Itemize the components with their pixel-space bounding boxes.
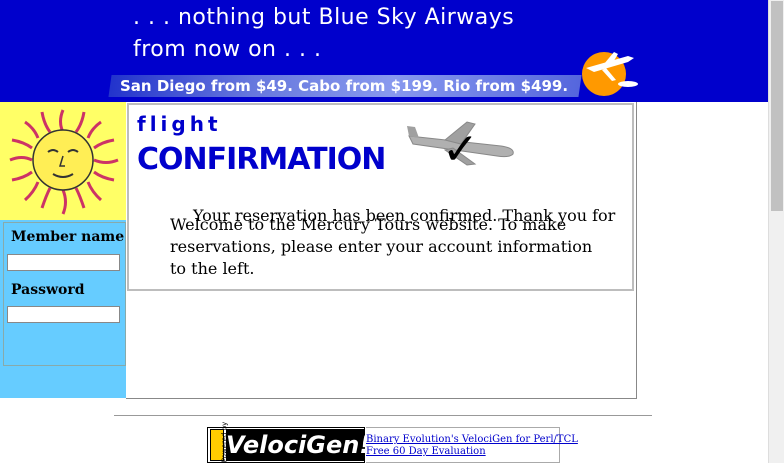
password-input[interactable] <box>7 306 120 323</box>
password-label: Password <box>11 282 85 298</box>
member-name-label: Member name <box>11 229 125 245</box>
sun-icon <box>0 102 126 220</box>
vertical-scrollbar[interactable] <box>768 0 784 463</box>
prices-text: San Diego from $49. Cabo from $199. Rio … <box>120 77 569 95</box>
tagline-line2: from now on . . . <box>133 37 322 62</box>
header-banner: . . . nothing but Blue Sky Airways from … <box>0 0 768 102</box>
flight-title: flight <box>137 112 222 136</box>
scrollbar-thumb[interactable] <box>771 1 783 211</box>
confirmation-title: CONFIRMATION <box>137 142 386 177</box>
footer-links: Binary Evolution's VelociGen for Perl/TC… <box>366 434 578 458</box>
velocigen-link[interactable]: Binary Evolution's VelociGen for Perl/TC… <box>366 434 578 446</box>
member-name-input[interactable] <box>7 254 120 271</box>
checkmark-icon: ✓ <box>442 124 479 175</box>
login-form: Member name Password <box>3 222 126 366</box>
footer-divider <box>114 415 652 417</box>
powered-by-tag: Powered by <box>210 422 228 462</box>
tagline-line1: . . . nothing but Blue Sky Airways <box>133 5 515 30</box>
confirmation-message: Your reservation has been confirmed. Tha… <box>193 206 616 225</box>
velocigen-logo[interactable]: VelociGen! <box>226 429 370 461</box>
left-sidebar: Member name Password <box>0 102 127 398</box>
free-evaluation-link[interactable]: Free 60 Day Evaluation <box>366 446 578 458</box>
airline-logo-icon <box>582 52 638 96</box>
